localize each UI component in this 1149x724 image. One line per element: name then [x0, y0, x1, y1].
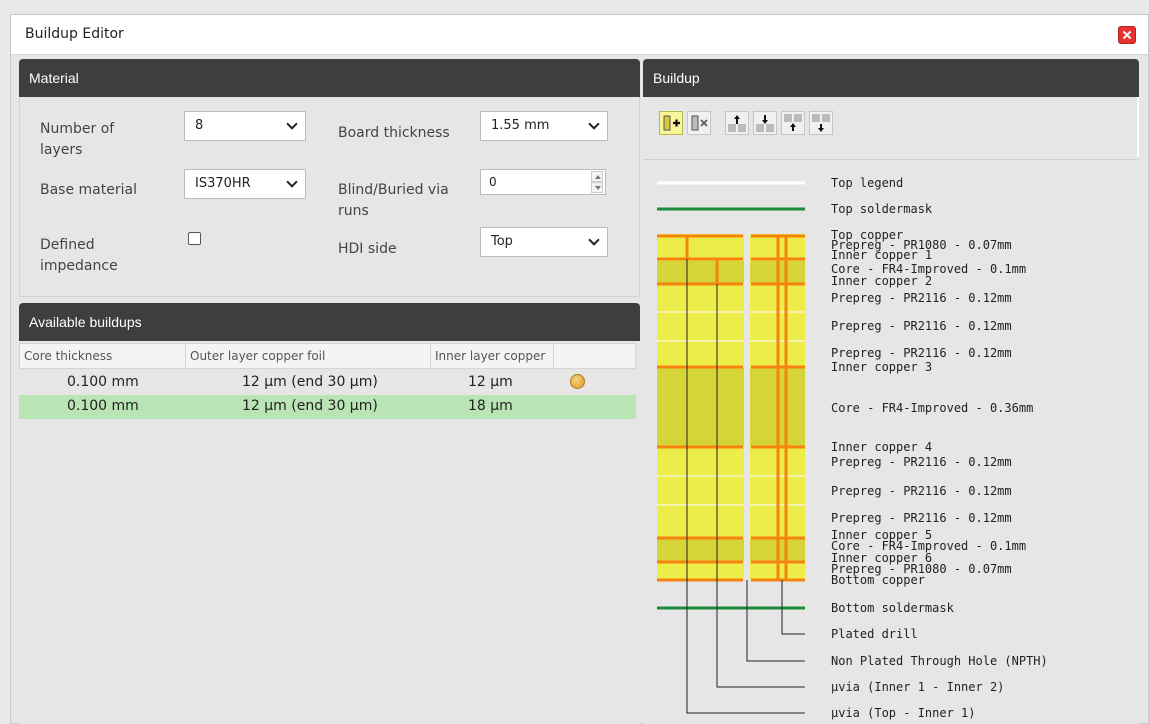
label-uvia-inner: µvia (Inner 1 - Inner 2) [831, 680, 1004, 694]
board-thickness-value: 1.55 mm [491, 118, 550, 133]
buildup-panel: Buildup Top legend Top soldermask Top co… [643, 57, 1139, 724]
material-header-label: Material [29, 70, 79, 86]
close-icon[interactable] [1118, 26, 1136, 44]
label-prepreg-a3: Prepreg - PR2116 - 0.12mm [831, 346, 1012, 360]
chevron-down-icon [588, 118, 600, 130]
label-prepreg-b1: Prepreg - PR2116 - 0.12mm [831, 455, 1012, 469]
label-prepreg-b2: Prepreg - PR2116 - 0.12mm [831, 484, 1012, 498]
buildup-diagram-area: Top legend Top soldermask Top copper Pre… [643, 159, 1139, 724]
label-top-soldermask: Top soldermask [831, 202, 933, 216]
add-layer-icon[interactable] [659, 111, 683, 135]
column-header-outer-copper[interactable]: Outer layer copper foil [186, 344, 431, 368]
board-thickness-label: Board thickness [338, 125, 450, 141]
cell-outer: 12 µm (end 30 µm) [242, 398, 378, 414]
buildup-editor-dialog: Buildup Editor Material Number of layers… [10, 14, 1149, 724]
label-core-middle: Core - FR4-Improved - 0.36mm [831, 401, 1033, 415]
chevron-down-icon [588, 234, 600, 246]
hdi-side-label: HDI side [338, 241, 397, 257]
available-buildups-header-label: Available buildups [29, 314, 142, 330]
chevron-down-icon [286, 118, 298, 130]
window-title: Buildup Editor [25, 26, 124, 42]
base-material-value: IS370HR [195, 176, 251, 191]
cell-outer: 12 µm (end 30 µm) [242, 374, 378, 390]
insert-below-icon[interactable] [809, 111, 833, 135]
available-buildups-panel: Core thickness Outer layer copper foil I… [19, 341, 640, 724]
number-of-layers-value: 8 [195, 118, 204, 133]
chevron-down-icon [286, 176, 298, 188]
label-inner-copper-4: Inner copper 4 [831, 440, 932, 454]
label-top-legend: Top legend [831, 176, 903, 190]
core-top [657, 261, 805, 283]
blind-buried-value: 0 [489, 175, 497, 189]
defined-impedance-label: Defined impedance [40, 237, 118, 274]
cell-inner: 12 µm [468, 374, 513, 390]
stackup-diagram: Top legend Top soldermask Top copper Pre… [657, 176, 1048, 720]
label-prepreg-a1: Prepreg - PR2116 - 0.12mm [831, 291, 1012, 305]
move-up-icon[interactable] [725, 111, 749, 135]
remove-layer-icon[interactable] [687, 111, 711, 135]
title-bar: Buildup Editor [11, 15, 1148, 55]
buildup-toolbar [643, 97, 1139, 157]
number-of-layers-select[interactable]: 8 [184, 111, 306, 141]
table-row[interactable]: 0.100 mm 12 µm (end 30 µm) 18 µm [19, 395, 636, 419]
label-inner-copper-3: Inner copper 3 [831, 360, 932, 374]
label-bottom-soldermask: Bottom soldermask [831, 601, 955, 615]
move-down-icon[interactable] [753, 111, 777, 135]
cell-core: 0.100 mm [67, 374, 139, 390]
column-header-inner-copper[interactable]: Inner layer copper [431, 344, 554, 368]
blind-buried-spinner[interactable]: 0 [480, 169, 606, 195]
label-npth: Non Plated Through Hole (NPTH) [831, 654, 1048, 668]
core-middle [657, 368, 805, 446]
buildup-header: Buildup [643, 59, 1139, 97]
defined-impedance-checkbox[interactable] [188, 232, 201, 245]
cell-inner: 18 µm [468, 398, 513, 414]
column-header-core-thickness[interactable]: Core thickness [20, 344, 186, 368]
buildup-header-label: Buildup [653, 70, 700, 86]
base-material-label: Base material [40, 182, 137, 198]
label-inner-copper-1: Inner copper 1 [831, 248, 932, 262]
base-material-select[interactable]: IS370HR [184, 169, 306, 199]
hdi-side-value: Top [491, 234, 513, 249]
coins-icon[interactable] [570, 374, 585, 389]
label-inner-copper-2: Inner copper 2 [831, 274, 932, 288]
table-row[interactable]: 0.100 mm 12 µm (end 30 µm) 12 µm [19, 371, 636, 395]
number-of-layers-label: Number of layers [40, 121, 115, 158]
cell-core: 0.100 mm [67, 398, 139, 414]
material-panel: Number of layers 8 Board thickness 1.55 … [19, 97, 640, 297]
insert-above-icon[interactable] [781, 111, 805, 135]
spin-up-icon[interactable] [591, 171, 603, 182]
hdi-side-select[interactable]: Top [480, 227, 608, 257]
core-bottom [657, 539, 805, 561]
blind-buried-label: Blind/Buried via runs [338, 182, 449, 219]
label-plated-drill: Plated drill [831, 627, 918, 641]
table-header: Core thickness Outer layer copper foil I… [19, 343, 636, 369]
board-thickness-select[interactable]: 1.55 mm [480, 111, 608, 141]
label-prepreg-a2: Prepreg - PR2116 - 0.12mm [831, 319, 1012, 333]
label-bottom-copper: Bottom copper [831, 573, 925, 587]
label-uvia-top: µvia (Top - Inner 1) [831, 706, 976, 720]
available-buildups-header: Available buildups [19, 303, 640, 341]
material-header: Material [19, 59, 640, 97]
spin-down-icon[interactable] [591, 182, 603, 193]
label-prepreg-b3: Prepreg - PR2116 - 0.12mm [831, 511, 1012, 525]
